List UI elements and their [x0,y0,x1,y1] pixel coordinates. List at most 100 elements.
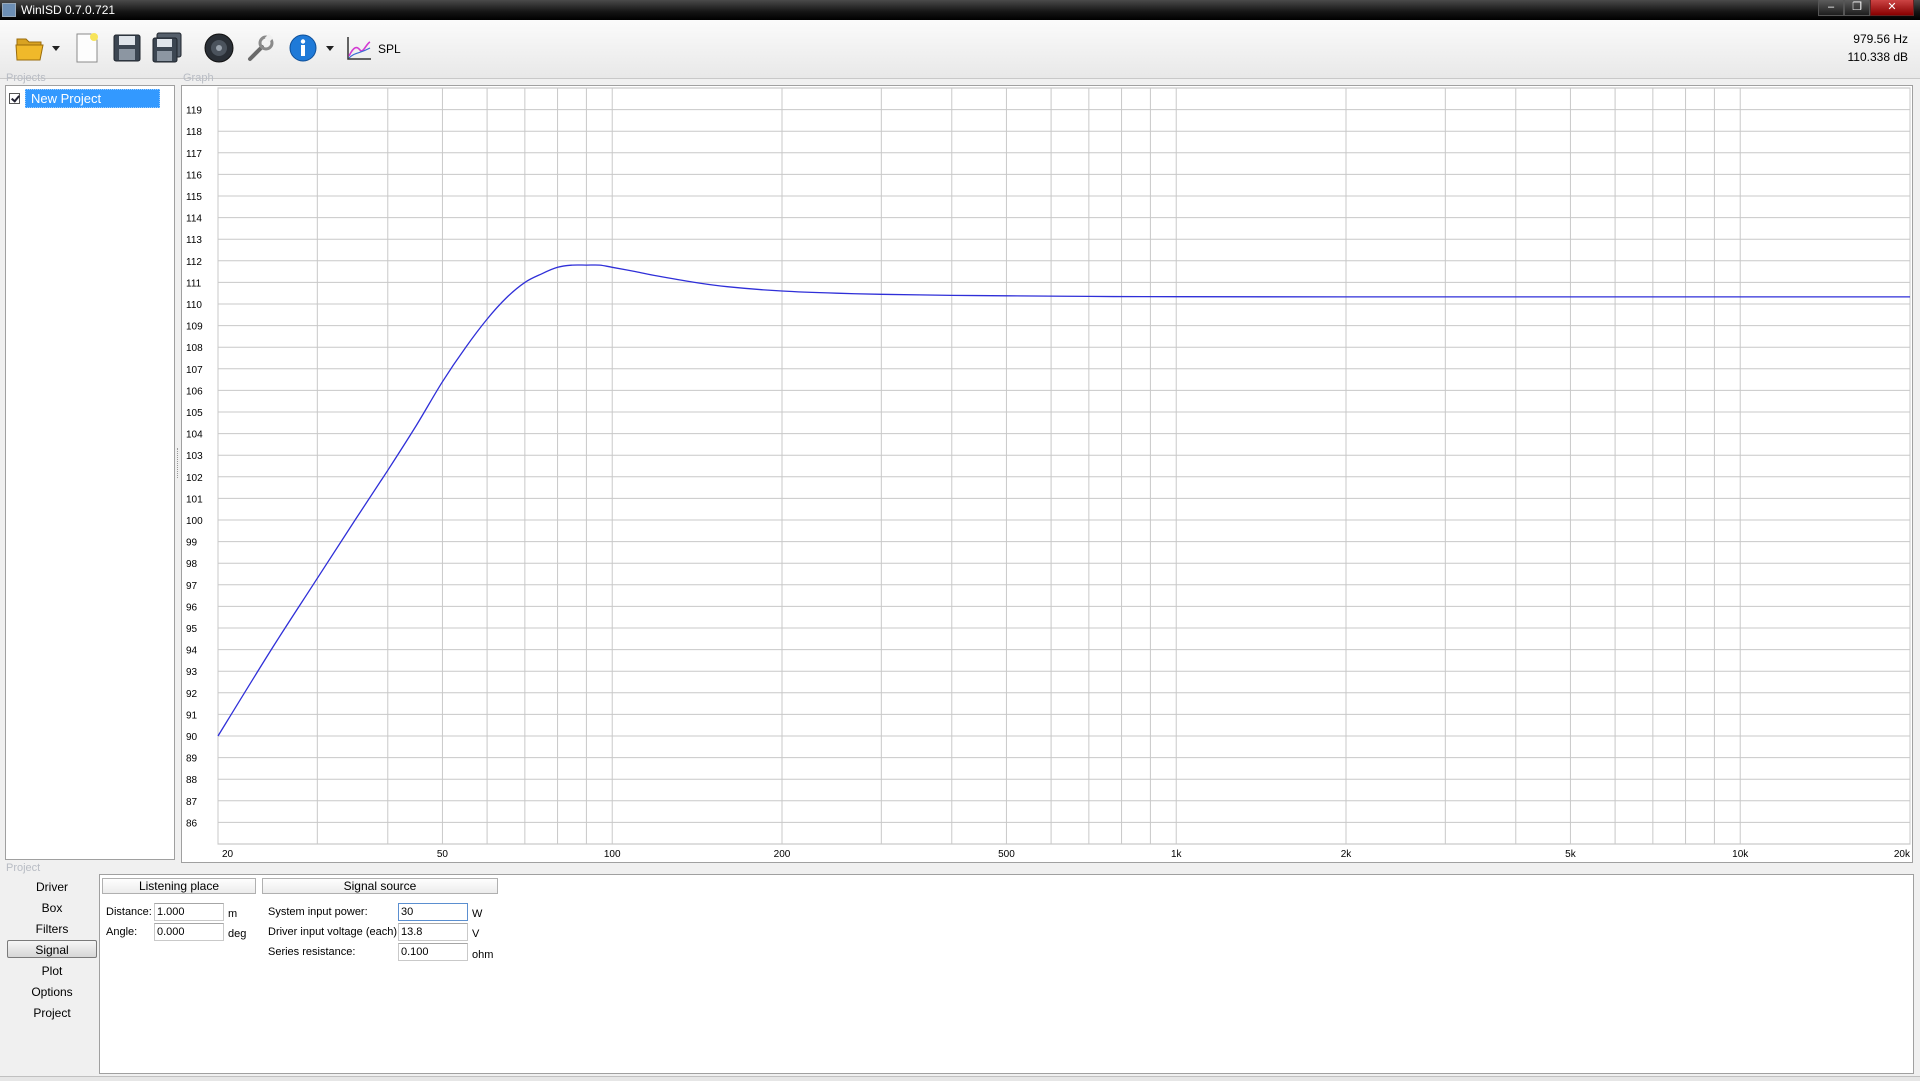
graph-panel: 86 87 88 89 90 91 92 93 94 95 96 97 98 99 100 101 102 103… [181,85,1913,863]
save-all-button[interactable] [150,30,184,66]
y-tick-label: 90 [186,732,198,743]
y-tick-label: 99 [186,538,198,549]
y-tick-label: 94 [186,646,198,657]
readout-level: 110.338 dB [1847,50,1909,64]
projects-panel: New Project [5,85,175,860]
y-tick-label: 103 [186,451,203,462]
driver-editor-button[interactable] [202,30,236,66]
x-tick-label: 1k [1171,849,1183,860]
resistance-unit: ohm [472,949,494,961]
window-title: WinISD 0.7.0.721 [21,3,116,17]
title-bar: WinISD 0.7.0.721 – ❐ ✕ [0,0,1920,20]
spl-chart[interactable]: 86 87 88 89 90 91 92 93 94 95 96 97 98 99 100 101 102 103… [182,86,1912,862]
resistance-input[interactable] [398,943,468,961]
y-tick-label: 106 [186,386,203,397]
resistance-label: Series resistance: [268,946,356,958]
spl-label: SPL [378,42,401,56]
distance-label: Distance: [106,906,152,918]
y-tick-label: 87 [186,797,198,808]
power-input[interactable] [398,903,468,921]
y-tick-label: 119 [186,106,202,117]
window-controls: – ❐ ✕ [1818,0,1914,18]
y-tick-label: 113 [186,235,202,246]
x-tick-label: 20 [222,849,234,860]
status-bar [0,1076,1920,1081]
nav-filters[interactable]: Filters [7,920,97,938]
y-tick-label: 116 [186,170,202,181]
x-tick-label: 500 [998,849,1015,860]
x-tick-label: 10k [1732,849,1749,860]
project-nav: Driver Box Filters Signal Plot Options P… [5,878,99,1075]
nav-options[interactable]: Options [7,983,97,1001]
save-icon [113,34,141,62]
y-tick-label: 108 [186,343,203,354]
save-all-icon [152,32,182,63]
projects-section-label: Projects [6,72,46,84]
angle-unit: deg [228,928,247,940]
y-tick-label: 89 [186,754,198,765]
nav-signal[interactable]: Signal [7,940,97,958]
new-document-icon [76,33,98,63]
tab-signal-source[interactable]: Signal source [262,878,498,894]
graph-section-label: Graph [183,72,214,84]
app-icon [2,3,16,17]
nav-driver[interactable]: Driver [7,878,97,896]
y-tick-label: 102 [186,473,203,484]
plot-area [217,87,1911,845]
y-tick-label: 105 [186,408,203,419]
voltage-input[interactable] [398,923,468,941]
y-tick-label: 95 [186,624,198,635]
y-tick-label: 110 [186,300,202,311]
y-tick-label: 118 [186,127,202,138]
project-section-label: Project [6,862,41,874]
info-icon [289,34,317,62]
voltage-unit: V [472,928,480,940]
project-item[interactable]: New Project [9,89,160,108]
save-button[interactable] [110,30,144,66]
y-tick-label: 107 [186,365,203,376]
nav-project[interactable]: Project [7,1004,97,1022]
angle-label: Angle: [106,926,138,938]
x-tick-label: 5k [1565,849,1577,860]
chevron-down-icon[interactable] [326,46,334,52]
new-project-button[interactable] [70,30,104,66]
folder-open-icon [15,38,44,61]
tools-button[interactable] [244,30,278,66]
cursor-readout: 979.56 Hz 110.338 dB [1848,30,1909,66]
chevron-down-icon[interactable] [52,46,60,52]
project-label[interactable]: New Project [25,89,160,108]
maximize-button[interactable]: ❐ [1844,0,1870,16]
readout-frequency: 979.56 Hz [1853,32,1908,46]
tab-listening-place[interactable]: Listening place [102,878,256,894]
open-button[interactable] [12,30,48,66]
y-tick-label: 109 [186,322,203,333]
x-tick-label: 50 [437,849,449,860]
angle-input[interactable] [154,923,224,941]
speaker-icon [204,33,234,63]
y-tick-label: 104 [186,430,203,441]
y-tick-label: 115 [186,192,202,203]
y-tick-label: 92 [186,689,198,700]
x-tick-label: 100 [604,849,621,860]
info-button[interactable] [286,30,320,66]
y-tick-label: 88 [186,775,198,786]
x-tick-label: 2k [1341,849,1353,860]
toolbar: SPL 979.56 Hz 110.338 dB [0,20,1920,79]
close-button[interactable]: ✕ [1870,0,1914,16]
spl-graph-button[interactable] [344,30,374,66]
nav-box[interactable]: Box [7,899,97,917]
x-tick-label: 20k [1894,849,1911,860]
y-tick-label: 112 [186,257,202,268]
voltage-label: Driver input voltage (each): [268,926,401,938]
project-checkbox[interactable] [9,93,20,104]
power-label: System input power: [268,906,368,918]
y-tick-label: 93 [186,667,198,678]
minimize-button[interactable]: – [1818,0,1844,16]
y-tick-label: 100 [186,516,203,527]
y-tick-label: 117 [186,149,202,160]
distance-input[interactable] [154,903,224,921]
y-tick-label: 98 [186,559,198,570]
x-tick-label: 200 [774,849,791,860]
graph-icon [347,37,371,60]
nav-plot[interactable]: Plot [7,962,97,980]
